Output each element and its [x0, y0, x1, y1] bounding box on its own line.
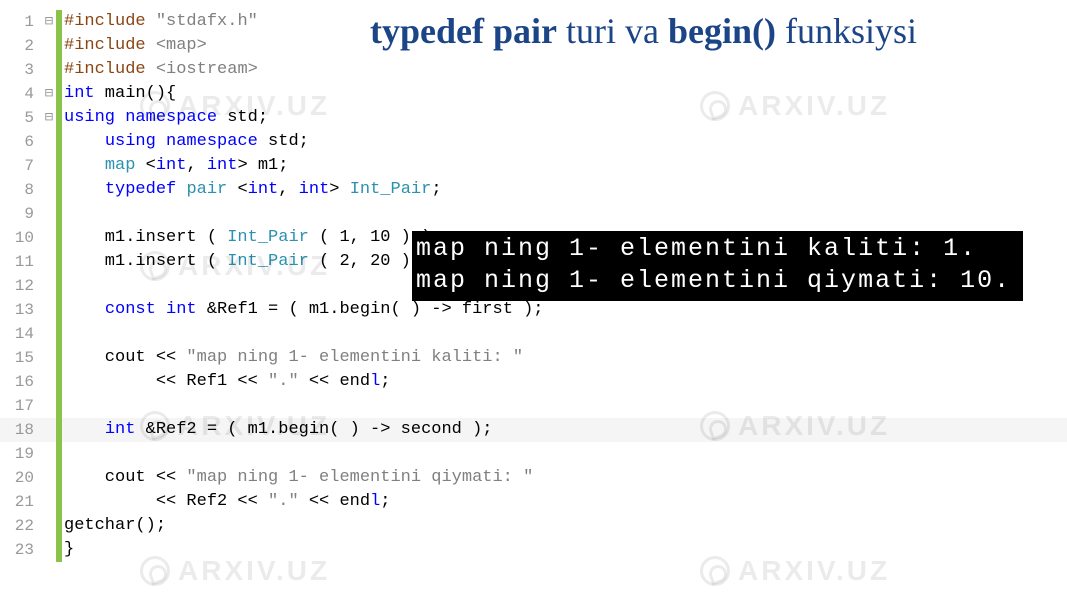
line-number: 21 [0, 490, 42, 514]
code-line[interactable]: 14 [0, 322, 1067, 346]
code-content[interactable]: #include <iostream> [64, 58, 1067, 82]
change-marker [56, 370, 62, 394]
title-part2: turi va [557, 11, 668, 51]
code-content[interactable]: using namespace std; [64, 106, 1067, 130]
line-number: 9 [0, 202, 42, 226]
line-number: 8 [0, 178, 42, 202]
code-content[interactable]: << Ref1 << "." << endl; [64, 370, 1067, 394]
code-content[interactable]: map <int, int> m1; [64, 154, 1067, 178]
change-marker [56, 226, 62, 250]
change-marker [56, 154, 62, 178]
line-number: 15 [0, 346, 42, 370]
line-number: 20 [0, 466, 42, 490]
code-line[interactable]: 17 [0, 394, 1067, 418]
code-line[interactable]: 22 getchar(); [0, 514, 1067, 538]
line-number: 3 [0, 58, 42, 82]
change-marker [56, 130, 62, 154]
code-line[interactable]: 18 int &Ref2 = ( m1.begin( ) -> second )… [0, 418, 1067, 442]
change-marker [56, 418, 62, 442]
code-line[interactable]: 4⊟ int main(){ [0, 82, 1067, 106]
change-marker [56, 466, 62, 490]
line-number: 23 [0, 538, 42, 562]
fold-icon[interactable]: ⊟ [42, 10, 56, 34]
line-number: 1 [0, 10, 42, 34]
console-line1: map ning 1- elementini kaliti: 1. [416, 234, 977, 263]
console-output: map ning 1- elementini kaliti: 1. map ni… [412, 231, 1023, 301]
change-marker [56, 34, 62, 58]
code-line[interactable]: 7 map <int, int> m1; [0, 154, 1067, 178]
line-number: 2 [0, 34, 42, 58]
code-content[interactable]: cout << "map ning 1- elementini kaliti: … [64, 346, 1067, 370]
code-line[interactable]: 5⊟ using namespace std; [0, 106, 1067, 130]
code-line[interactable]: 13 const int &Ref1 = ( m1.begin( ) -> fi… [0, 298, 1067, 322]
line-number: 11 [0, 250, 42, 274]
code-line[interactable]: 20 cout << "map ning 1- elementini qiyma… [0, 466, 1067, 490]
console-line2: map ning 1- elementini qiymati: 10. [416, 266, 1011, 295]
change-marker [56, 106, 62, 130]
change-marker [56, 394, 62, 418]
fold-icon[interactable]: ⊟ [42, 82, 56, 106]
code-line[interactable]: 3 #include <iostream> [0, 58, 1067, 82]
line-number: 18 [0, 418, 42, 442]
change-marker [56, 442, 62, 466]
code-line[interactable]: 19 [0, 442, 1067, 466]
change-marker [56, 274, 62, 298]
line-number: 17 [0, 394, 42, 418]
code-content[interactable]: getchar(); [64, 514, 1067, 538]
change-marker [56, 82, 62, 106]
line-number: 19 [0, 442, 42, 466]
change-marker [56, 178, 62, 202]
code-line[interactable]: 15 cout << "map ning 1- elementini kalit… [0, 346, 1067, 370]
change-marker [56, 250, 62, 274]
code-line[interactable]: 21 << Ref2 << "." << endl; [0, 490, 1067, 514]
code-content[interactable]: const int &Ref1 = ( m1.begin( ) -> first… [64, 298, 1067, 322]
title-part3: begin() [668, 11, 776, 51]
code-content[interactable]: typedef pair <int, int> Int_Pair; [64, 178, 1067, 202]
line-number: 5 [0, 106, 42, 130]
line-number: 14 [0, 322, 42, 346]
change-marker [56, 298, 62, 322]
code-content[interactable]: int &Ref2 = ( m1.begin( ) -> second ); [64, 418, 1067, 442]
title-part4: funksiysi [776, 11, 917, 51]
line-number: 13 [0, 298, 42, 322]
line-number: 6 [0, 130, 42, 154]
line-number: 16 [0, 370, 42, 394]
change-marker [56, 202, 62, 226]
line-number: 22 [0, 514, 42, 538]
code-line[interactable]: 6 using namespace std; [0, 130, 1067, 154]
code-content[interactable]: using namespace std; [64, 130, 1067, 154]
change-marker [56, 490, 62, 514]
code-line[interactable]: 23} [0, 538, 1067, 562]
slide-title: typedef pair turi va begin() funksiysi [370, 10, 917, 52]
code-line[interactable]: 16 << Ref1 << "." << endl; [0, 370, 1067, 394]
code-content[interactable]: int main(){ [64, 82, 1067, 106]
code-content[interactable]: << Ref2 << "." << endl; [64, 490, 1067, 514]
change-marker [56, 58, 62, 82]
change-marker [56, 10, 62, 34]
change-marker [56, 322, 62, 346]
title-part1: typedef pair [370, 11, 557, 51]
code-line[interactable]: 8 typedef pair <int, int> Int_Pair; [0, 178, 1067, 202]
change-marker [56, 514, 62, 538]
code-content[interactable]: } [64, 538, 1067, 562]
code-content[interactable]: cout << "map ning 1- elementini qiymati:… [64, 466, 1067, 490]
line-number: 10 [0, 226, 42, 250]
code-line[interactable]: 9 [0, 202, 1067, 226]
change-marker [56, 346, 62, 370]
line-number: 7 [0, 154, 42, 178]
line-number: 12 [0, 274, 42, 298]
change-marker [56, 538, 62, 562]
fold-icon[interactable]: ⊟ [42, 106, 56, 130]
line-number: 4 [0, 82, 42, 106]
